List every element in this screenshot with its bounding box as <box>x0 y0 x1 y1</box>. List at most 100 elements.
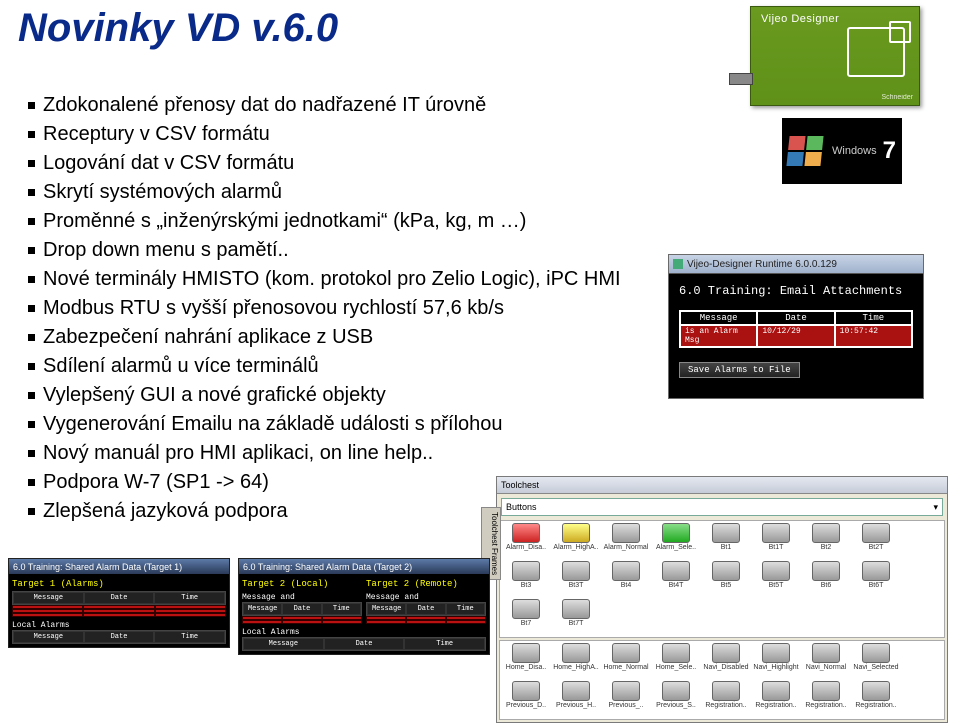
toolchest-titlebar[interactable]: Toolchest <box>497 477 947 494</box>
tool-item[interactable]: Registration.. <box>752 681 800 717</box>
button-icon <box>762 643 790 663</box>
button-icon <box>662 523 690 543</box>
bullet-text: Sdílení alarmů u více terminálů <box>43 353 668 380</box>
alarm1-local: Local Alarms <box>12 621 226 630</box>
button-icon <box>562 561 590 581</box>
tool-item[interactable]: Previous_.. <box>602 681 650 717</box>
tool-item[interactable]: Navi_Highlight <box>752 643 800 679</box>
bullet-text: Nový manuál pro HMI aplikaci, on line he… <box>43 440 668 467</box>
button-icon <box>862 523 890 543</box>
tool-item[interactable]: Bt3 <box>502 561 550 597</box>
button-icon <box>562 643 590 663</box>
button-icon <box>662 561 690 581</box>
tool-item[interactable]: Bt4T <box>652 561 700 597</box>
tool-label: Home_Disa.. <box>506 664 546 671</box>
bullet-dot <box>28 276 35 283</box>
tool-label: Registration.. <box>855 702 896 709</box>
product-name: Vijeo Designer <box>761 13 839 25</box>
button-icon <box>512 561 540 581</box>
alarm2-sub: Message and <box>366 593 486 602</box>
tool-label: Bt7 <box>521 620 532 627</box>
tool-item[interactable]: Bt2T <box>852 523 900 559</box>
runtime-titlebar[interactable]: Vijeo-Designer Runtime 6.0.0.129 <box>669 255 923 274</box>
tool-label: Bt2 <box>821 544 832 551</box>
table-row: is an Alarm Msg 10/12/29 10:57:42 <box>680 325 912 347</box>
bullet-dot <box>28 218 35 225</box>
col: Time <box>154 631 225 643</box>
tool-item[interactable]: Bt7T <box>552 599 600 635</box>
tool-label: Bt5 <box>721 582 732 589</box>
tool-item[interactable]: Navi_Normal <box>802 643 850 679</box>
tool-item[interactable]: Bt4 <box>602 561 650 597</box>
tool-item[interactable]: Bt3T <box>552 561 600 597</box>
tool-item[interactable]: Alarm_Sele.. <box>652 523 700 559</box>
tool-item[interactable]: Alarm_Disa.. <box>502 523 550 559</box>
bullet-text: Zabezpečení nahrání aplikace z USB <box>43 324 668 351</box>
bullet-list: Zdokonalené přenosy dat do nadřazené IT … <box>28 92 668 527</box>
alarm2-titlebar[interactable]: 6.0 Training: Shared Alarm Data (Target … <box>239 559 489 574</box>
list-item: Zdokonalené přenosy dat do nadřazené IT … <box>28 92 668 119</box>
tool-item[interactable]: Home_Disa.. <box>502 643 550 679</box>
bullet-dot <box>28 363 35 370</box>
tool-item[interactable]: Home_HighA.. <box>552 643 600 679</box>
col: Message <box>243 638 324 650</box>
tool-item[interactable]: Bt5 <box>702 561 750 597</box>
col-time: Time <box>835 311 912 325</box>
tool-item[interactable]: Bt6T <box>852 561 900 597</box>
tool-item[interactable]: Previous_H.. <box>552 681 600 717</box>
tool-item[interactable]: Bt2 <box>802 523 850 559</box>
windows-version: 7 <box>883 137 896 165</box>
tool-label: Alarm_Sele.. <box>656 544 696 551</box>
runtime-window: Vijeo-Designer Runtime 6.0.0.129 6.0 Tra… <box>668 254 924 399</box>
alarm2-local-label: Target 2 (Local) <box>242 579 362 589</box>
tool-item[interactable]: Bt7 <box>502 599 550 635</box>
tool-item[interactable]: Navi_Disabled <box>702 643 750 679</box>
alarm1-local-header: Message Date Time <box>12 630 226 644</box>
tool-item[interactable]: Previous_S.. <box>652 681 700 717</box>
tool-item[interactable]: Bt5T <box>752 561 800 597</box>
tool-item[interactable]: Bt1 <box>702 523 750 559</box>
tool-item[interactable]: Alarm_HighA.. <box>552 523 600 559</box>
tool-label: Bt4T <box>669 582 684 589</box>
tool-label: Registration.. <box>755 702 796 709</box>
list-item: Vygenerování Emailu na základě události … <box>28 411 668 438</box>
tool-item[interactable]: Registration.. <box>852 681 900 717</box>
save-alarms-button[interactable]: Save Alarms to File <box>679 362 800 378</box>
alarm1-row <box>12 613 226 617</box>
list-item: Vylepšený GUI a nové grafické objekty <box>28 382 668 409</box>
alarm1-titlebar[interactable]: 6.0 Training: Shared Alarm Data (Target … <box>9 559 229 574</box>
tool-item[interactable]: Navi_Selected <box>852 643 900 679</box>
button-icon <box>612 681 640 701</box>
button-icon <box>712 561 740 581</box>
button-icon <box>712 523 740 543</box>
button-icon <box>512 523 540 543</box>
tool-label: Previous_.. <box>608 702 643 709</box>
list-item: Sdílení alarmů u více terminálů <box>28 353 668 380</box>
alarm1-label: Target 1 (Alarms) <box>12 579 226 589</box>
alarm2-local: Local Alarms <box>242 628 486 637</box>
tool-item[interactable]: Previous_D.. <box>502 681 550 717</box>
tool-label: Navi_Disabled <box>703 664 748 671</box>
product-box-image: Vijeo Designer Schneider <box>750 6 920 106</box>
tool-label: Previous_S.. <box>656 702 696 709</box>
button-icon <box>812 561 840 581</box>
button-icon <box>512 599 540 619</box>
tool-label: Registration.. <box>705 702 746 709</box>
tool-item[interactable]: Registration.. <box>802 681 850 717</box>
product-brand: Schneider <box>881 94 913 101</box>
tool-item[interactable]: Home_Sele.. <box>652 643 700 679</box>
button-icon <box>612 643 640 663</box>
tool-item[interactable]: Bt6 <box>802 561 850 597</box>
tool-label: Alarm_Disa.. <box>506 544 546 551</box>
alarm-window-target2: 6.0 Training: Shared Alarm Data (Target … <box>238 558 490 655</box>
tool-item[interactable]: Home_Normal <box>602 643 650 679</box>
category-dropdown[interactable]: Buttons ▾ <box>501 498 943 516</box>
page-title: Novinky VD v.6.0 <box>18 6 338 51</box>
tool-label: Bt1T <box>769 544 784 551</box>
tool-item[interactable]: Alarm_Normal <box>602 523 650 559</box>
button-icon <box>512 681 540 701</box>
tool-item[interactable]: Bt1T <box>752 523 800 559</box>
list-item: Drop down menu s pamětí.. <box>28 237 668 264</box>
tool-item[interactable]: Registration.. <box>702 681 750 717</box>
bullet-dot <box>28 305 35 312</box>
